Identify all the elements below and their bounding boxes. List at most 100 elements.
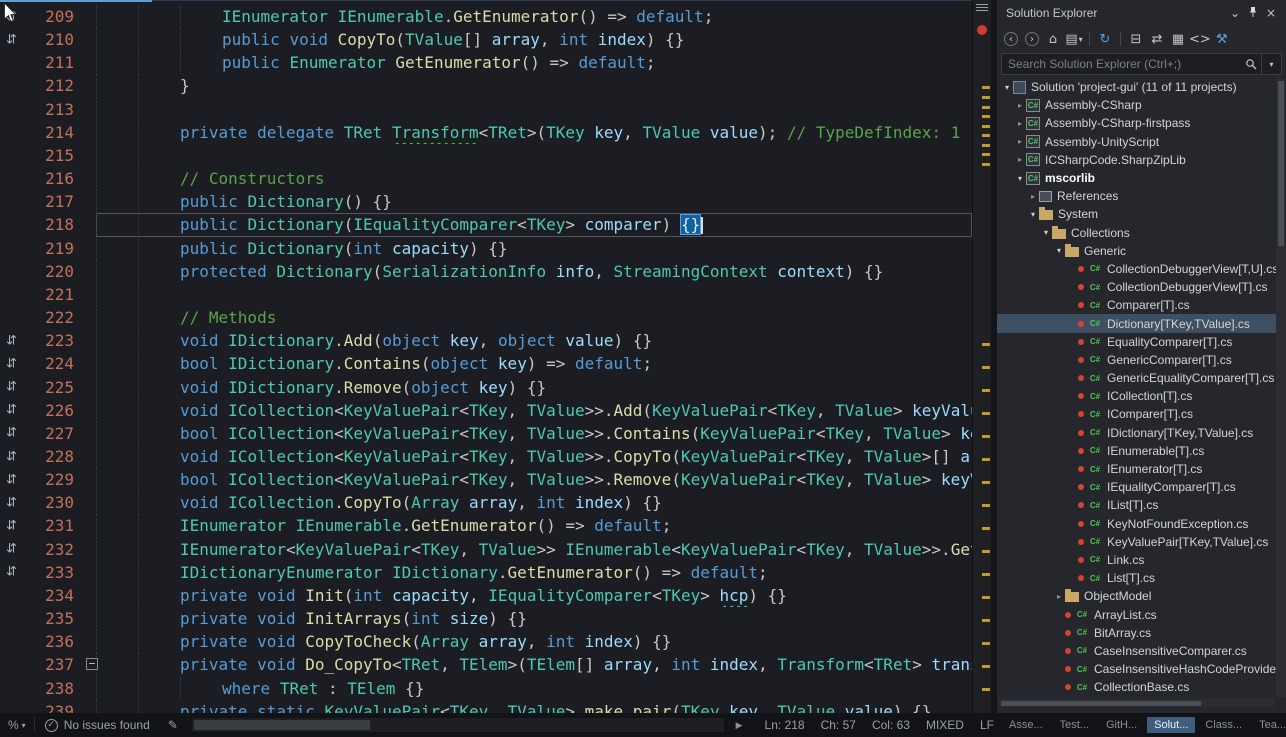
code-line-218[interactable]: 218public Dictionary(IEqualityComparer<T… [0,213,972,236]
line-number[interactable]: 233 [34,561,74,584]
code-text-row[interactable]: void IDictionary.Remove(object key) {} [96,376,972,399]
line-number[interactable]: 227 [34,422,74,445]
code-line-235[interactable]: 235 private void InitArrays(int size) {} [0,607,972,630]
code-line-225[interactable]: ⇵225void IDictionary.Remove(object key) … [0,376,972,399]
code-area[interactable]: ⇵ 209 IEnumerator IEnumerable.GetEnumerato… [0,0,972,713]
code-text-row[interactable]: private void Init(int capacity, IEqualit… [96,584,972,607]
code-text-row[interactable]: IEnumerator IEnumerable.GetEnumerator() … [96,5,972,28]
line-number[interactable]: 239 [34,700,74,713]
line-number[interactable]: 235 [34,607,74,630]
refresh-icon[interactable]: ↻ [1095,29,1115,49]
implements-icon[interactable]: ⇵ [6,426,17,441]
tree-item[interactable]: ▾Solution 'project-gui' (11 of 11 projec… [997,78,1276,96]
line-number[interactable]: 226 [34,399,74,422]
code-text-row[interactable]: private delegate TRet Transform<TRet>(TK… [96,121,972,144]
tree-item[interactable]: C#CollectionDebuggerView[T,U].cs [997,260,1276,278]
issues-indicator[interactable]: ✓ No issues found [35,718,160,732]
code-line-217[interactable]: 217public Dictionary() {} [0,190,972,213]
window-position-icon[interactable]: ⌄ [1226,6,1244,20]
expander-collapsed-icon[interactable]: ▸ [1027,192,1039,201]
tree-item[interactable]: C#EqualityComparer[T].cs [997,333,1276,351]
code-text-row[interactable]: public void CopyTo(TValue[] array, int i… [96,28,972,51]
search-icon[interactable] [1241,54,1261,74]
code-line-228[interactable]: ⇵228void ICollection<KeyValuePair<TKey, … [0,445,972,468]
tree-item[interactable]: C#CaseInsensitiveHashCodeProvider.cs [997,660,1276,678]
expander-expanded-icon[interactable]: ▾ [1040,228,1052,237]
tree-item[interactable]: ▸C#Assembly-CSharp [997,96,1276,114]
home-icon[interactable]: ⌂ [1043,29,1063,49]
line-number[interactable]: 230 [34,491,74,514]
code-line-231[interactable]: ⇵231IEnumerator IEnumerable.GetEnumerato… [0,514,972,537]
tool-window-tab[interactable]: Solut... [1147,717,1195,733]
line-number[interactable]: 232 [34,538,74,561]
code-line-237[interactable]: 237−private void Do_CopyTo<TRet, TElem>(… [0,653,972,676]
zoom-control[interactable]: % ▾ [0,718,34,732]
tool-window-tab[interactable]: GitH... [1099,717,1144,733]
code-text-row[interactable]: void ICollection<KeyValuePair<TKey, TVal… [96,445,972,468]
wrench-icon[interactable]: ⚒ [1212,29,1232,49]
code-line-226[interactable]: ⇵226void ICollection<KeyValuePair<TKey, … [0,399,972,422]
code-line-230[interactable]: ⇵230void ICollection.CopyTo(Array array,… [0,491,972,514]
implements-icon[interactable]: ⇵ [6,472,17,487]
code-text-row[interactable]: public Enumerator GetEnumerator() => def… [96,51,972,74]
code-line-232[interactable]: ⇵232IEnumerator<KeyValuePair<TKey, TValu… [0,538,972,561]
tree-item[interactable]: C#GenericComparer[T].cs [997,351,1276,369]
tree-item[interactable]: C#KeyNotFoundException.cs [997,515,1276,533]
line-number[interactable]: 214 [34,121,74,144]
line-indicator[interactable]: Ln: 218 [765,718,805,732]
code-line-221[interactable]: 221 [0,283,972,306]
tree-item[interactable]: C#IList[T].cs [997,496,1276,514]
implements-icon[interactable]: ⇵ [6,380,17,395]
tree-item[interactable]: ▸References [997,187,1276,205]
expander-expanded-icon[interactable]: ▾ [1014,174,1026,183]
line-number[interactable]: 237 [34,653,74,676]
code-line-227[interactable]: ⇵227bool ICollection<KeyValuePair<TKey, … [0,422,972,445]
fold-collapse-icon[interactable]: − [86,658,98,670]
pin-icon[interactable] [1244,6,1262,21]
line-number[interactable]: 231 [34,514,74,537]
expander-collapsed-icon[interactable]: ▸ [1014,101,1026,110]
tree-item[interactable]: ▾Generic [997,242,1276,260]
tree-vertical-scrollbar-thumb[interactable] [1278,81,1284,246]
code-text-row[interactable]: } [96,74,972,97]
editor-horizontal-scrollbar[interactable] [192,718,724,732]
code-editor[interactable]: ⇵ 209 IEnumerator IEnumerable.GetEnumerato… [0,0,972,713]
tree-horizontal-scrollbar[interactable] [999,699,1274,707]
code-text-row[interactable]: private static KeyValuePair<TKey, TValue… [96,700,972,713]
tree-item[interactable]: ▸C#ICSharpCode.SharpZipLib [997,151,1276,169]
tree-item[interactable]: C#CollectionDebuggerView[T].cs [997,278,1276,296]
code-line-224[interactable]: ⇵224bool IDictionary.Contains(object key… [0,352,972,375]
implements-icon[interactable]: ⇵ [6,542,17,557]
code-line-214[interactable]: 214 private delegate TRet Transform<TRet>… [0,121,972,144]
tree-item[interactable]: C#Dictionary[TKey,TValue].cs [997,314,1276,332]
indentation-indicator[interactable]: MIXED [926,718,964,732]
editor-vertical-scrollbar[interactable] [972,0,991,713]
code-line-233[interactable]: ⇵233IDictionaryEnumerator IDictionary.Ge… [0,561,972,584]
line-number[interactable]: 223 [34,329,74,352]
search-dropdown-icon[interactable]: ▾ [1261,54,1281,74]
tree-item[interactable]: C#CaseInsensitiveComparer.cs [997,642,1276,660]
line-number[interactable]: 219 [34,237,74,260]
code-text-row[interactable]: private void Do_CopyTo<TRet, TElem>(TEle… [96,653,972,676]
tree-item[interactable]: C#IEnumerator[T].cs [997,460,1276,478]
tree-vertical-scrollbar[interactable] [1276,78,1286,697]
tree-item[interactable]: C#IComparer[T].cs [997,405,1276,423]
editor-horizontal-scrollbar-thumb[interactable] [194,720,370,730]
code-line-216[interactable]: 216// Constructors [0,167,972,190]
code-line-220[interactable]: 220protected Dictionary(SerializationInf… [0,260,972,283]
code-text-row[interactable]: private void CopyToCheck(Array array, in… [96,630,972,653]
sync-with-active-document-icon[interactable]: ⇄ [1147,29,1167,49]
code-line-238[interactable]: 238where TRet : TElem {} [0,677,972,700]
code-line-234[interactable]: 234private void Init(int capacity, IEqua… [0,584,972,607]
code-text-row[interactable] [96,283,972,306]
close-icon[interactable]: × [1262,6,1280,20]
implements-icon[interactable]: ⇵ [6,32,17,47]
code-text-row[interactable] [96,98,972,121]
line-number[interactable]: 209 [34,5,74,28]
code-text-row[interactable]: void ICollection.CopyTo(Array array, int… [96,491,972,514]
line-number[interactable]: 229 [34,468,74,491]
search-box[interactable]: ▾ [1001,53,1282,75]
code-text-row[interactable]: private void InitArrays(int size) {} [96,607,972,630]
code-text-row[interactable]: // Constructors [96,167,972,190]
implements-icon[interactable]: ⇵ [6,565,17,580]
